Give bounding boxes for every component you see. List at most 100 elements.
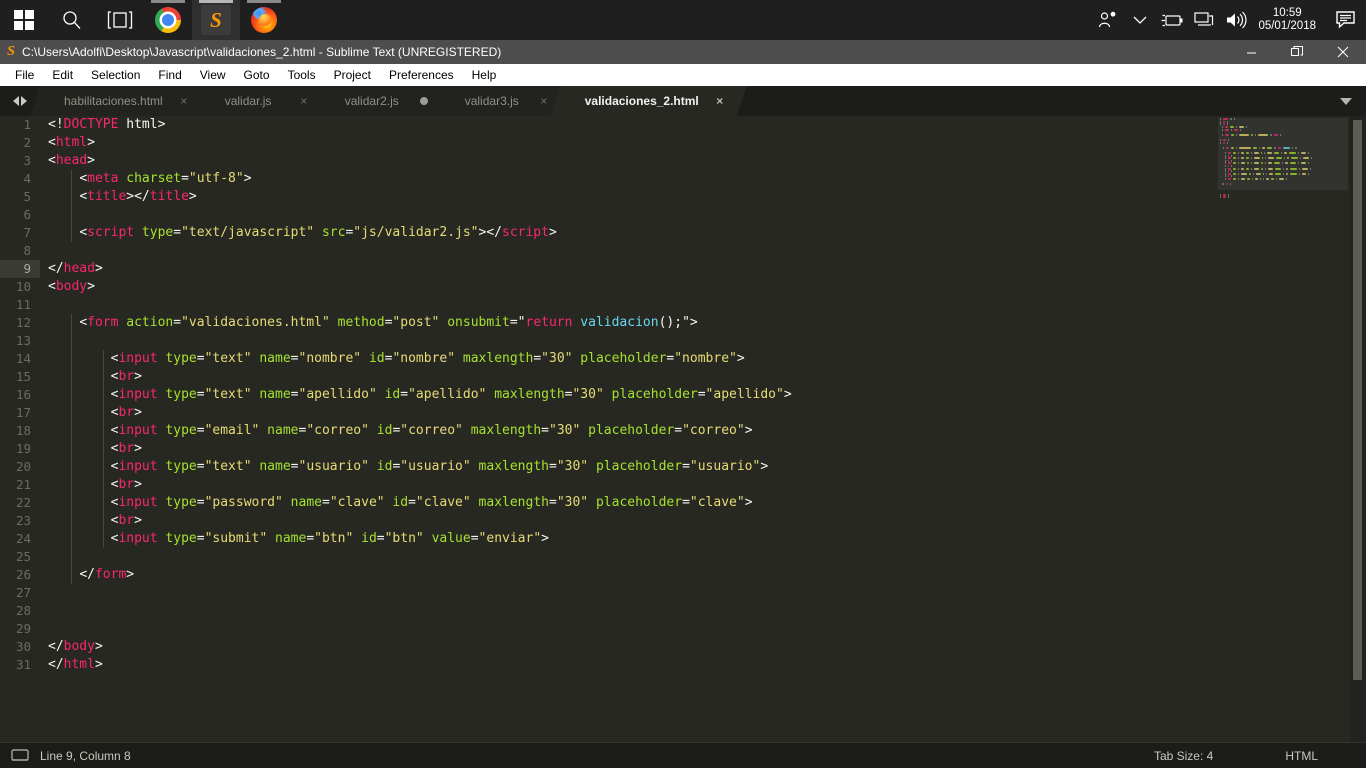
code-line[interactable]: <body> bbox=[40, 278, 1366, 296]
taskbar-app-chrome[interactable] bbox=[144, 0, 192, 40]
code-line[interactable]: <br> bbox=[40, 404, 1366, 422]
tab-dirty-indicator[interactable] bbox=[417, 97, 431, 105]
tab-list: habilitaciones.html × validar.js × validar2.… bbox=[40, 86, 737, 116]
tab-scroll-right-icon[interactable] bbox=[21, 96, 27, 106]
close-icon bbox=[1337, 46, 1349, 58]
tab-overflow-menu-button[interactable] bbox=[1326, 86, 1366, 116]
people-icon[interactable] bbox=[1092, 0, 1124, 40]
code-token: = bbox=[173, 225, 182, 240]
tab-validar-js[interactable]: validar.js × bbox=[200, 86, 321, 116]
code-line[interactable] bbox=[40, 296, 1366, 314]
syntax-indicator[interactable]: HTML bbox=[1285, 749, 1318, 763]
code-line[interactable]: <br> bbox=[40, 440, 1366, 458]
menu-item-preferences[interactable]: Preferences bbox=[380, 66, 463, 84]
code-token: <! bbox=[48, 117, 64, 132]
menu-item-project[interactable]: Project bbox=[325, 66, 380, 84]
code-line[interactable] bbox=[40, 332, 1366, 350]
menu-item-tools[interactable]: Tools bbox=[279, 66, 325, 84]
code-line[interactable]: </html> bbox=[40, 656, 1366, 674]
menu-item-help[interactable]: Help bbox=[463, 66, 506, 84]
code-line[interactable] bbox=[40, 620, 1366, 638]
code-line[interactable]: <form action="validaciones.html" method =… bbox=[40, 314, 1366, 332]
search-icon[interactable] bbox=[48, 0, 96, 40]
minimap-token bbox=[1268, 157, 1275, 160]
code-token: < bbox=[79, 171, 88, 186]
tab-validar3-js[interactable]: validar3.js × bbox=[440, 86, 561, 116]
tab-validaciones-2-html[interactable]: validaciones_2.html × bbox=[560, 86, 737, 116]
code-line[interactable] bbox=[40, 548, 1366, 566]
code-line[interactable]: <input type="text" name="nombre" id="nom… bbox=[40, 350, 1366, 368]
tab-close-icon[interactable]: × bbox=[537, 94, 551, 108]
code-line[interactable] bbox=[40, 206, 1366, 224]
tab-scroll-left-icon[interactable] bbox=[13, 96, 19, 106]
minimap-lines bbox=[1218, 118, 1350, 199]
code-line[interactable]: </form> bbox=[40, 566, 1366, 584]
minimap[interactable] bbox=[1210, 116, 1350, 742]
window-title: C:\Users\Adolfi\Desktop\Javascript\valid… bbox=[22, 45, 502, 59]
code-line[interactable]: <br> bbox=[40, 512, 1366, 530]
code-line[interactable]: <html> bbox=[40, 134, 1366, 152]
code-line[interactable]: <br> bbox=[40, 368, 1366, 386]
code-token: </ bbox=[48, 657, 64, 672]
tab-close-icon[interactable]: × bbox=[297, 94, 311, 108]
minimap-token bbox=[1273, 152, 1280, 155]
menu-item-file[interactable]: File bbox=[6, 66, 43, 84]
code-line[interactable]: <head> bbox=[40, 152, 1366, 170]
code-line[interactable]: <input type="email" name="correo" id="co… bbox=[40, 422, 1366, 440]
code-line[interactable]: <br> bbox=[40, 476, 1366, 494]
code-token: form bbox=[94, 567, 127, 582]
code-line[interactable]: <meta charset="utf-8"> bbox=[40, 170, 1366, 188]
code-line[interactable]: <script type="text/javascript" src="js/v… bbox=[40, 224, 1366, 242]
code-line[interactable]: </body> bbox=[40, 638, 1366, 656]
code-token: "btn" bbox=[314, 531, 354, 546]
console-toggle-icon[interactable] bbox=[0, 748, 40, 763]
menu-item-view[interactable]: View bbox=[191, 66, 235, 84]
code-line[interactable] bbox=[40, 584, 1366, 602]
start-button[interactable] bbox=[0, 0, 48, 40]
code-token: < bbox=[79, 225, 88, 240]
close-button[interactable] bbox=[1320, 40, 1366, 64]
code-token: id bbox=[368, 459, 393, 474]
chevron-up-icon[interactable] bbox=[1124, 0, 1156, 40]
tab-validar2-js[interactable]: validar2.js bbox=[320, 86, 441, 116]
code-content[interactable]: <!DOCTYPE html> <html> <head> <meta charse… bbox=[40, 116, 1366, 742]
code-editor[interactable]: 1 2 3 4 5 6 7 8 9 10 11 12 13 14 15 16 17 18 19 20 21 22 23 24 2… bbox=[0, 116, 1366, 742]
task-view-icon[interactable] bbox=[96, 0, 144, 40]
line-number: 15 bbox=[15, 369, 31, 384]
battery-icon[interactable] bbox=[1156, 0, 1188, 40]
maximize-button[interactable] bbox=[1274, 40, 1320, 64]
menu-item-find[interactable]: Find bbox=[149, 66, 190, 84]
taskbar-app-sublime[interactable]: S bbox=[192, 0, 240, 40]
minimize-button[interactable] bbox=[1228, 40, 1274, 64]
code-token: validacion bbox=[580, 315, 659, 330]
code-line[interactable]: </head> bbox=[40, 260, 1366, 278]
network-icon[interactable] bbox=[1188, 0, 1220, 40]
tab-close-icon[interactable]: × bbox=[713, 94, 727, 108]
tab-habilitaciones-html[interactable]: habilitaciones.html × bbox=[40, 86, 201, 116]
code-line[interactable]: <input type="password" name="clave" id="… bbox=[40, 494, 1366, 512]
code-token: "correo" bbox=[400, 423, 463, 438]
code-line[interactable]: <input type="text" name="usuario" id="us… bbox=[40, 458, 1366, 476]
tab-close-icon[interactable]: × bbox=[177, 94, 191, 108]
code-line[interactable] bbox=[40, 602, 1366, 620]
code-line[interactable]: <!DOCTYPE html> bbox=[40, 116, 1366, 134]
code-line[interactable]: <title></title> bbox=[40, 188, 1366, 206]
menu-item-selection[interactable]: Selection bbox=[82, 66, 149, 84]
volume-icon[interactable] bbox=[1220, 0, 1252, 40]
taskbar-app-firefox[interactable] bbox=[240, 0, 288, 40]
editor-scrollbar[interactable] bbox=[1350, 116, 1366, 742]
menu-item-goto[interactable]: Goto bbox=[235, 66, 279, 84]
code-line[interactable] bbox=[40, 242, 1366, 260]
minimap-token bbox=[1246, 167, 1249, 170]
menu-item-edit[interactable]: Edit bbox=[43, 66, 82, 84]
scrollbar-thumb[interactable] bbox=[1353, 120, 1362, 680]
app-underline bbox=[199, 0, 233, 3]
code-line[interactable]: <input type="text" name="apellido" id="a… bbox=[40, 386, 1366, 404]
caret-position[interactable]: Line 9, Column 8 bbox=[40, 749, 131, 763]
code-line[interactable]: <input type="submit" name="btn" id="btn"… bbox=[40, 530, 1366, 548]
taskbar-clock[interactable]: 10:59 05/01/2018 bbox=[1252, 0, 1326, 40]
action-center-icon[interactable] bbox=[1326, 0, 1366, 40]
menu-bar: File Edit Selection Find View Goto Tools Projec… bbox=[0, 64, 1366, 86]
tab-size-indicator[interactable]: Tab Size: 4 bbox=[1154, 749, 1213, 763]
